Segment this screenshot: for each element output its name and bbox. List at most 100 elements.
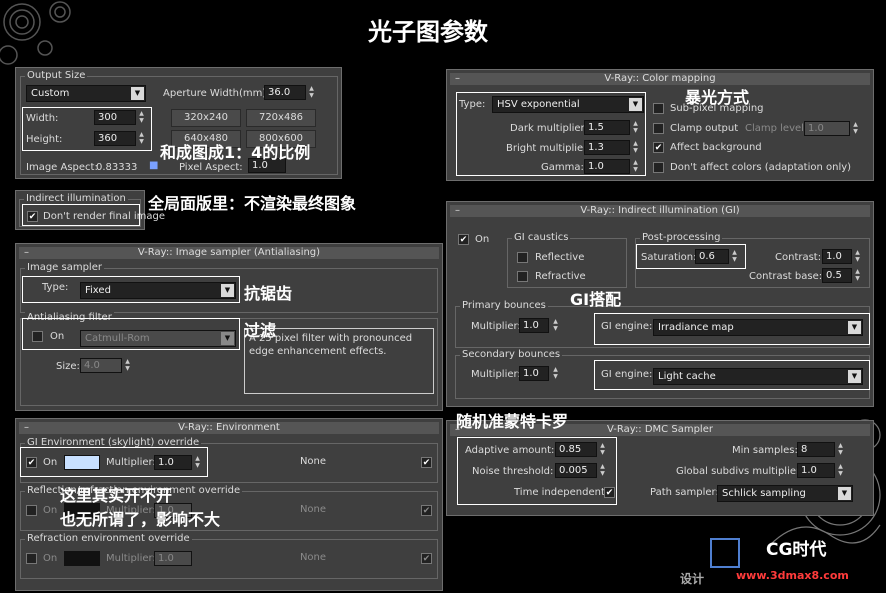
image-aspect-value: 0.83333 [96,162,138,173]
annotation-env-line2: 也无所谓了，影响不大 [60,510,221,529]
secondary-multiplier-input[interactable]: 1.0 [519,366,549,381]
refr-env-multiplier-input[interactable]: 1.0 [154,551,192,566]
annotation-ratio: 和成图成1：4的比例 [160,143,311,162]
refl-env-on-checkbox[interactable] [26,505,37,516]
dont-affect-colors-label: Don't affect colors (adaptation only) [670,162,852,173]
clamp-output-checkbox[interactable] [653,123,664,134]
highlight-secondary-engine [594,360,870,390]
clamp-output-label: Clamp output [670,123,739,134]
min-samples-spinner-icon[interactable]: ▲ ▼ [836,442,845,457]
page-title: 光子图参数 [368,18,488,46]
annotation-filter: 过滤 [244,321,277,340]
image-sampler-title[interactable]: – V-Ray:: Image sampler (Antialiasing) [19,247,439,259]
contrast-base-input[interactable]: 0.5 [822,268,852,283]
gi-on-label: On [475,234,490,245]
aa-size-label: Size: [56,361,80,372]
refr-env-map-checkbox[interactable]: ✔ [421,553,432,564]
global-subdivs-label: Global subdivs multiplier: [676,466,804,477]
annotation-dmc: 随机准蒙特卡罗 [456,412,569,431]
highlight-width-height [22,107,152,151]
highlight-primary-engine [594,313,870,345]
output-size-preset-dropdown[interactable]: Custom ▼ [26,85,146,102]
contrast-base-spinner-icon[interactable]: ▲ ▼ [853,268,862,283]
contrast-label: Contrast: [775,252,822,263]
aperture-label: Aperture Width(mm): [163,88,270,99]
refl-env-on-label: On [43,505,58,516]
refr-env-map-button[interactable]: None [216,550,410,568]
affect-bg-checkbox[interactable]: ✔ [653,142,664,153]
refractive-checkbox[interactable] [517,271,528,282]
path-sampler-label: Path sampler: [650,487,719,498]
refr-env-on-label: On [43,553,58,564]
annotation-gi: GI搭配 [570,290,622,309]
color-mapping-title[interactable]: – V-Ray:: Color mapping [450,73,870,85]
aa-size-input[interactable]: 4.0 [80,358,122,373]
contrast-base-label: Contrast base: [749,271,823,282]
clamp-level-spinner-icon[interactable]: ▲ ▼ [851,121,860,136]
preset-value: Custom [31,88,70,99]
annotation-antialias: 抗锯齿 [244,284,293,303]
secondary-multiplier-label: Multiplier: [471,369,521,380]
gi-title[interactable]: – V-Ray:: Indirect illumination (GI) [450,205,870,217]
gi-on-checkbox[interactable]: ✔ [458,234,469,245]
primary-bounces-group-label: Primary bounces [460,299,548,312]
aperture-input[interactable]: 36.0 [264,85,306,100]
gi-caustics-group-label: GI caustics [512,231,571,244]
refl-env-map-button[interactable]: None [216,502,410,520]
annotation-env-line1: 这里其实开不开 [60,486,173,505]
reflective-label: Reflective [535,252,585,263]
secondary-multiplier-spinner-icon[interactable]: ▲ ▼ [551,366,560,381]
contrast-input[interactable]: 1.0 [822,249,852,264]
highlight-aa-filter [22,318,240,350]
primary-multiplier-spinner-icon[interactable]: ▲ ▼ [551,318,560,333]
lock-icon[interactable]: ■ [149,159,158,172]
aperture-spinner-icon[interactable]: ▲ ▼ [307,85,316,100]
watermark-brand: CG时代 [766,540,827,560]
clamp-level-input[interactable]: 1.0 [804,121,850,136]
highlight-color-mapping [456,92,646,176]
gi-env-map-button[interactable]: None [216,454,410,472]
decorative-swirl-topleft [0,1,71,65]
watermark-url: www.3dmax8.com [736,569,849,582]
refr-env-multiplier-label: Multiplier: [106,553,156,564]
preset-320x240-button[interactable]: 320x240 [171,109,241,127]
environment-title[interactable]: – V-Ray:: Environment [19,422,439,434]
primary-multiplier-input[interactable]: 1.0 [519,318,549,333]
dont-affect-colors-checkbox[interactable] [653,162,664,173]
secondary-bounces-group-label: Secondary bounces [460,348,563,361]
aa-size-spinner-icon[interactable]: ▲ ▼ [123,358,132,373]
affect-bg-label: Affect background [670,142,762,153]
highlight-dont-render [22,204,140,226]
min-samples-input[interactable]: 8 [797,442,835,457]
output-size-group-label: Output Size [25,69,88,82]
refl-env-map-checkbox[interactable]: ✔ [421,505,432,516]
gi-env-map-checkbox[interactable]: ✔ [421,457,432,468]
highlight-sampler-type [22,276,240,303]
min-samples-label: Min samples: [732,445,798,456]
clamp-level-label: Clamp level: [745,123,808,134]
global-subdivs-input[interactable]: 1.0 [797,463,835,478]
logo-square-icon [710,538,740,568]
annotation-global-switch: 全局面版里：不渲染最终图象 [148,194,357,213]
image-sampler-group-label: Image sampler [25,261,104,274]
preset-720x486-button[interactable]: 720x486 [246,109,316,127]
highlight-gi-env [20,447,208,477]
refr-env-group-label: Refraction environment override [25,532,192,545]
annotation-exposure: 暴光方式 [685,88,750,107]
global-subdivs-spinner-icon[interactable]: ▲ ▼ [836,463,845,478]
reflective-checkbox[interactable] [517,252,528,263]
chevron-down-icon: ▼ [131,87,144,100]
refr-env-color-swatch[interactable] [64,551,100,566]
aa-filter-description: A 25 pixel filter with pronounced edge e… [249,333,413,357]
refr-env-on-checkbox[interactable] [26,553,37,564]
post-processing-group-label: Post-processing [640,231,723,244]
highlight-dmc [457,437,617,505]
highlight-saturation [636,244,746,269]
contrast-spinner-icon[interactable]: ▲ ▼ [853,249,862,264]
refractive-label: Refractive [535,271,586,282]
path-sampler-dropdown[interactable]: Schlick sampling ▼ [717,485,853,502]
primary-multiplier-label: Multiplier: [471,321,521,332]
watermark-side-text: 设计 [680,572,705,586]
subpixel-checkbox[interactable] [653,103,664,114]
chevron-down-icon: ▼ [838,487,851,500]
